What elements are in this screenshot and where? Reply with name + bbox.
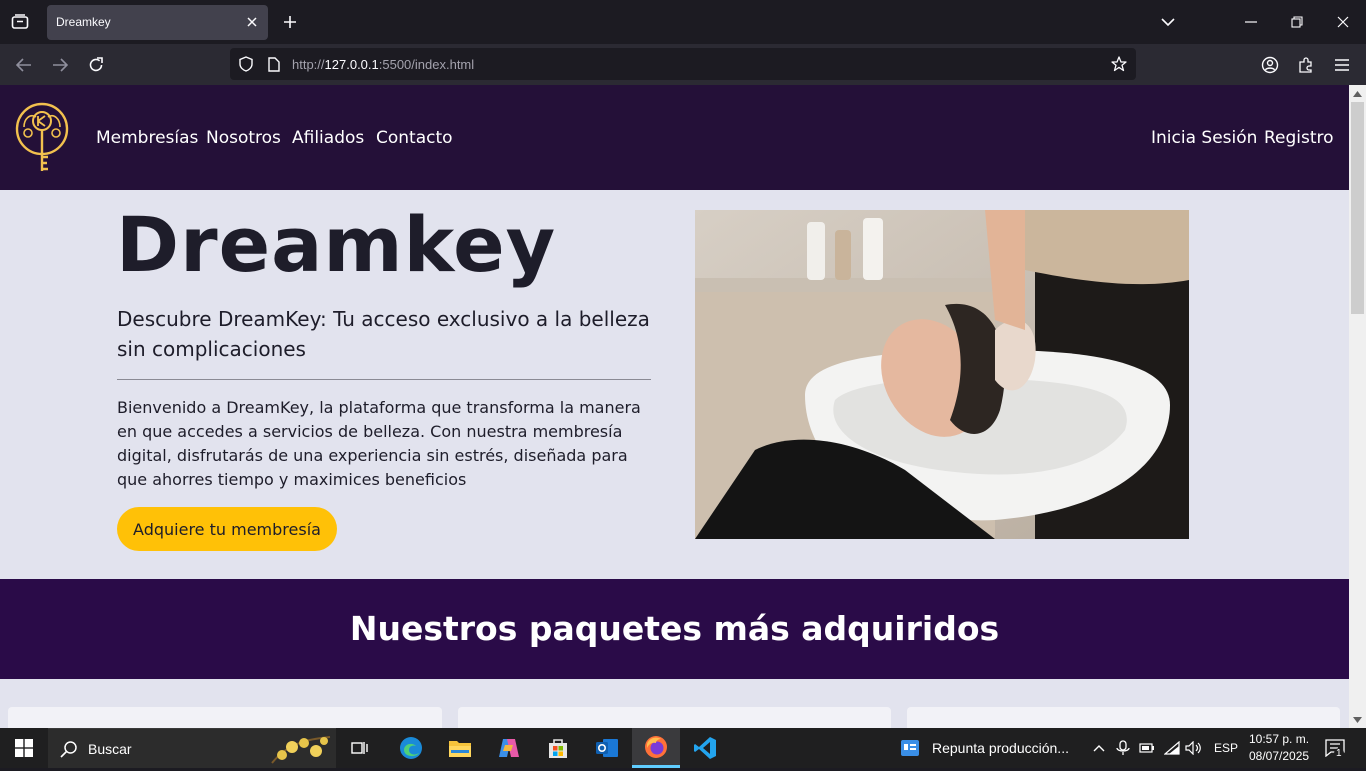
page-viewport: Membresías Nosotros Afiliados Contacto I… [0, 85, 1349, 728]
edge-app-icon[interactable] [391, 728, 431, 768]
nav-link-contacto[interactable]: Contacto [376, 128, 453, 148]
hero-divider [117, 379, 651, 380]
shield-icon[interactable] [238, 56, 254, 72]
new-tab-icon[interactable] [278, 9, 302, 35]
dreamkey-logo-icon[interactable] [14, 99, 70, 175]
package-card[interactable] [8, 707, 442, 728]
news-headline[interactable]: Repunta producción... [932, 740, 1069, 756]
news-widget-icon[interactable] [900, 728, 920, 768]
taskbar-search-input[interactable]: Buscar [48, 728, 336, 768]
vscode-icon[interactable] [684, 728, 726, 768]
scroll-thumb[interactable] [1351, 102, 1364, 314]
clock-date[interactable]: 08/07/2025 [1249, 749, 1309, 763]
microsoft-store-icon[interactable] [538, 728, 578, 768]
battery-icon[interactable] [1138, 728, 1156, 768]
site-header: Membresías Nosotros Afiliados Contacto I… [0, 85, 1349, 190]
buy-membership-button[interactable]: Adquiere tu membresía [117, 507, 337, 551]
back-arrow-icon[interactable] [10, 51, 38, 79]
close-window-icon[interactable] [1328, 8, 1358, 36]
outlook-icon[interactable] [587, 728, 627, 768]
clock-time[interactable]: 10:57 p. m. [1249, 732, 1309, 746]
search-icon [60, 740, 78, 762]
tab-list-icon[interactable] [6, 8, 34, 36]
reload-icon[interactable] [82, 51, 110, 79]
volume-icon[interactable] [1184, 728, 1204, 768]
hero-image-salon [695, 210, 1189, 539]
task-view-icon[interactable] [342, 728, 378, 768]
browser-nav-bar: http://127.0.0.1:5500/index.html [0, 44, 1366, 85]
copilot-icon[interactable] [489, 728, 529, 768]
nav-link-login[interactable]: Inicia Sesión [1151, 128, 1257, 148]
menu-icon[interactable] [1328, 51, 1356, 79]
scroll-up-icon[interactable] [1349, 85, 1366, 102]
meet-icon[interactable] [1114, 728, 1132, 768]
search-placeholder: Buscar [88, 741, 132, 757]
page-icon[interactable] [266, 56, 282, 72]
package-card[interactable] [458, 707, 891, 728]
account-icon[interactable] [1256, 51, 1284, 79]
page-scrollbar[interactable] [1349, 85, 1366, 728]
tab-title: Dreamkey [56, 15, 111, 29]
nav-link-afiliados[interactable]: Afiliados [292, 128, 364, 148]
restore-icon[interactable] [1282, 8, 1312, 36]
hero-description: Bienvenido a DreamKey, la plataforma que… [117, 398, 641, 489]
windows-start-icon[interactable] [6, 728, 42, 768]
nav-link-register[interactable]: Registro [1264, 128, 1334, 148]
active-tab[interactable]: Dreamkey [47, 5, 268, 40]
chevron-up-icon[interactable] [1090, 728, 1108, 768]
package-card[interactable] [907, 707, 1340, 728]
url-bar[interactable]: http://127.0.0.1:5500/index.html [230, 48, 1136, 80]
hero-subtitle: Descubre DreamKey: Tu acceso exclusivo a… [117, 307, 650, 361]
packages-section: Nuestros paquetes más adquiridos [0, 579, 1349, 679]
minimize-icon[interactable] [1236, 8, 1266, 36]
windows-taskbar: Buscar Repunta producción... ESP 10:57 p… [0, 728, 1366, 768]
browser-tab-strip: Dreamkey [0, 0, 1366, 44]
nav-link-membresias[interactable]: Membresías [96, 128, 198, 148]
search-highlight-icon [268, 733, 334, 771]
forward-arrow-icon[interactable] [46, 51, 74, 79]
bookmark-star-icon[interactable] [1111, 56, 1127, 72]
url-text[interactable]: http://127.0.0.1:5500/index.html [292, 57, 474, 72]
firefox-app-icon[interactable] [632, 728, 680, 768]
file-explorer-icon[interactable] [440, 728, 480, 768]
wifi-icon[interactable] [1162, 728, 1182, 768]
nav-link-nosotros[interactable]: Nosotros [206, 128, 281, 148]
extensions-icon[interactable] [1292, 51, 1320, 79]
packages-title: Nuestros paquetes más adquiridos [349, 609, 1000, 648]
hero-title: Dreamkey [116, 200, 557, 289]
scroll-down-icon[interactable] [1349, 711, 1366, 728]
notification-count-badge: 1 [1334, 748, 1344, 759]
tab-overflow-chevron-icon[interactable] [1153, 8, 1183, 36]
language-indicator[interactable]: ESP [1214, 741, 1238, 755]
close-tab-icon[interactable] [244, 14, 260, 30]
